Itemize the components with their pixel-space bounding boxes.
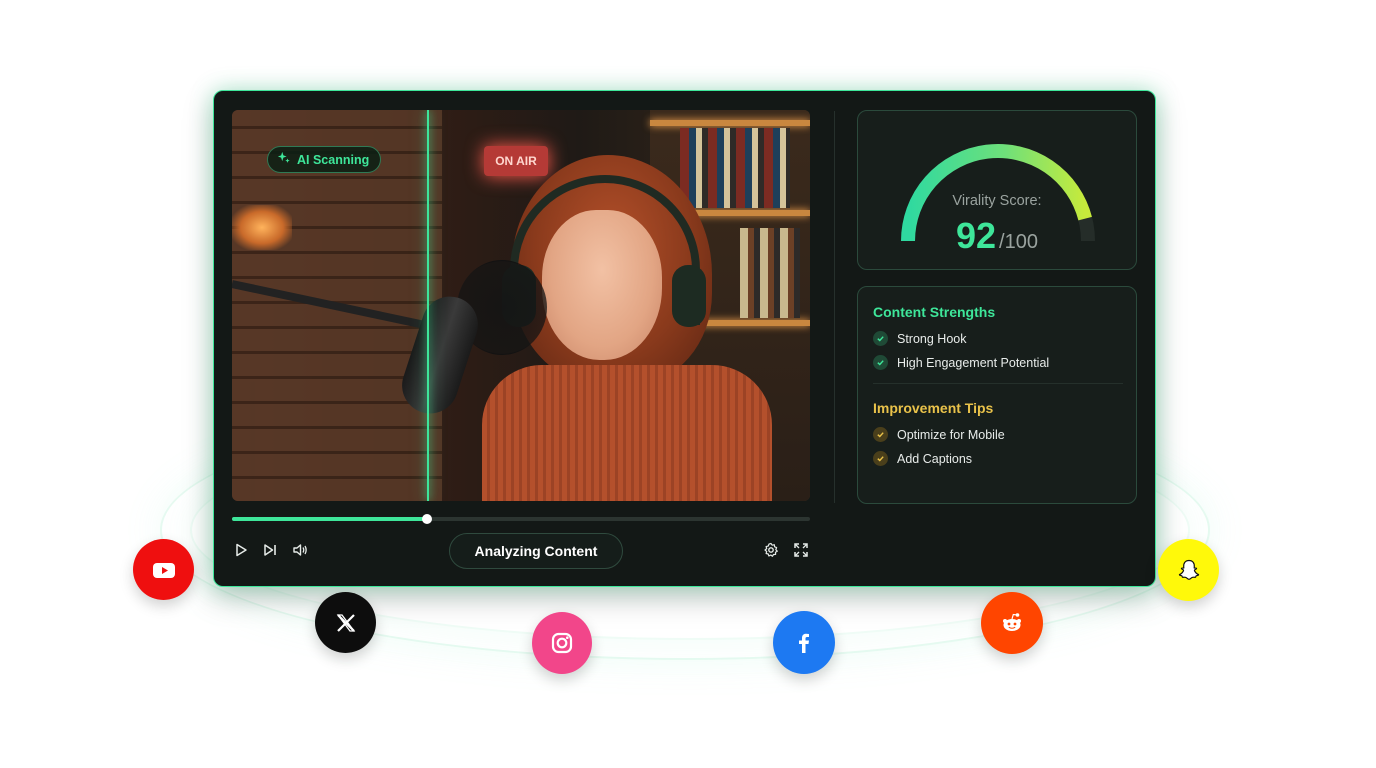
ai-scanning-badge: AI Scanning xyxy=(267,146,382,173)
volume-button[interactable] xyxy=(291,541,309,559)
x-button[interactable] xyxy=(315,592,376,653)
strength-label: High Engagement Potential xyxy=(897,355,1050,370)
analyzer-panel: ON AIR AI Scanning Analyzing Content Vir… xyxy=(213,90,1156,587)
check-icon xyxy=(873,451,888,466)
score-number: 92 xyxy=(956,215,997,256)
check-icon xyxy=(873,355,888,370)
fullscreen-button[interactable] xyxy=(792,541,810,559)
reddit-button[interactable] xyxy=(981,592,1043,654)
improvement-tips-title: Improvement Tips xyxy=(873,400,994,416)
virality-score-label: Virality Score: xyxy=(952,193,1042,209)
gear-icon xyxy=(764,542,778,557)
tip-item: Optimize for Mobile xyxy=(873,427,1005,442)
facebook-button[interactable] xyxy=(773,611,835,674)
section-divider xyxy=(873,383,1123,384)
check-icon xyxy=(873,427,888,442)
virality-score-value: 92/100 xyxy=(858,215,1136,257)
skip-next-icon xyxy=(264,544,276,556)
youtube-icon xyxy=(152,562,175,578)
video-progress-bar[interactable] xyxy=(232,514,810,524)
ai-scanning-label: AI Scanning xyxy=(297,152,370,167)
progress-fill xyxy=(232,517,428,521)
strength-item: High Engagement Potential xyxy=(873,355,1049,370)
snapchat-icon xyxy=(1178,559,1199,580)
skip-next-button[interactable] xyxy=(261,541,279,559)
scan-line xyxy=(427,110,429,501)
video-preview[interactable]: ON AIR AI Scanning xyxy=(232,110,810,501)
analyzing-content-button[interactable]: Analyzing Content xyxy=(449,533,623,569)
play-icon xyxy=(236,543,247,557)
analysis-card: Content Strengths Strong Hook High Engag… xyxy=(857,286,1137,504)
panel-divider xyxy=(834,111,835,503)
check-icon xyxy=(873,331,888,346)
sparkle-icon xyxy=(277,151,291,168)
instagram-icon xyxy=(551,632,573,654)
snapchat-button[interactable] xyxy=(1158,539,1219,601)
settings-button[interactable] xyxy=(762,541,780,559)
content-strengths-title: Content Strengths xyxy=(873,304,996,320)
youtube-button[interactable] xyxy=(133,539,194,600)
tip-label: Optimize for Mobile xyxy=(897,427,1005,442)
strength-item: Strong Hook xyxy=(873,331,966,346)
progress-knob[interactable] xyxy=(422,514,433,524)
tip-item: Add Captions xyxy=(873,451,972,466)
reddit-icon xyxy=(1003,613,1021,631)
x-icon xyxy=(336,613,355,632)
instagram-button[interactable] xyxy=(532,612,592,674)
wall-lamp xyxy=(232,205,292,250)
virality-score-card: Virality Score: 92/100 xyxy=(857,110,1137,270)
volume-icon xyxy=(293,544,307,556)
fullscreen-icon xyxy=(794,543,808,557)
score-max: /100 xyxy=(999,231,1038,253)
facebook-icon xyxy=(799,633,809,653)
play-button[interactable] xyxy=(232,541,250,559)
strength-label: Strong Hook xyxy=(897,331,967,346)
tip-label: Add Captions xyxy=(897,451,973,466)
